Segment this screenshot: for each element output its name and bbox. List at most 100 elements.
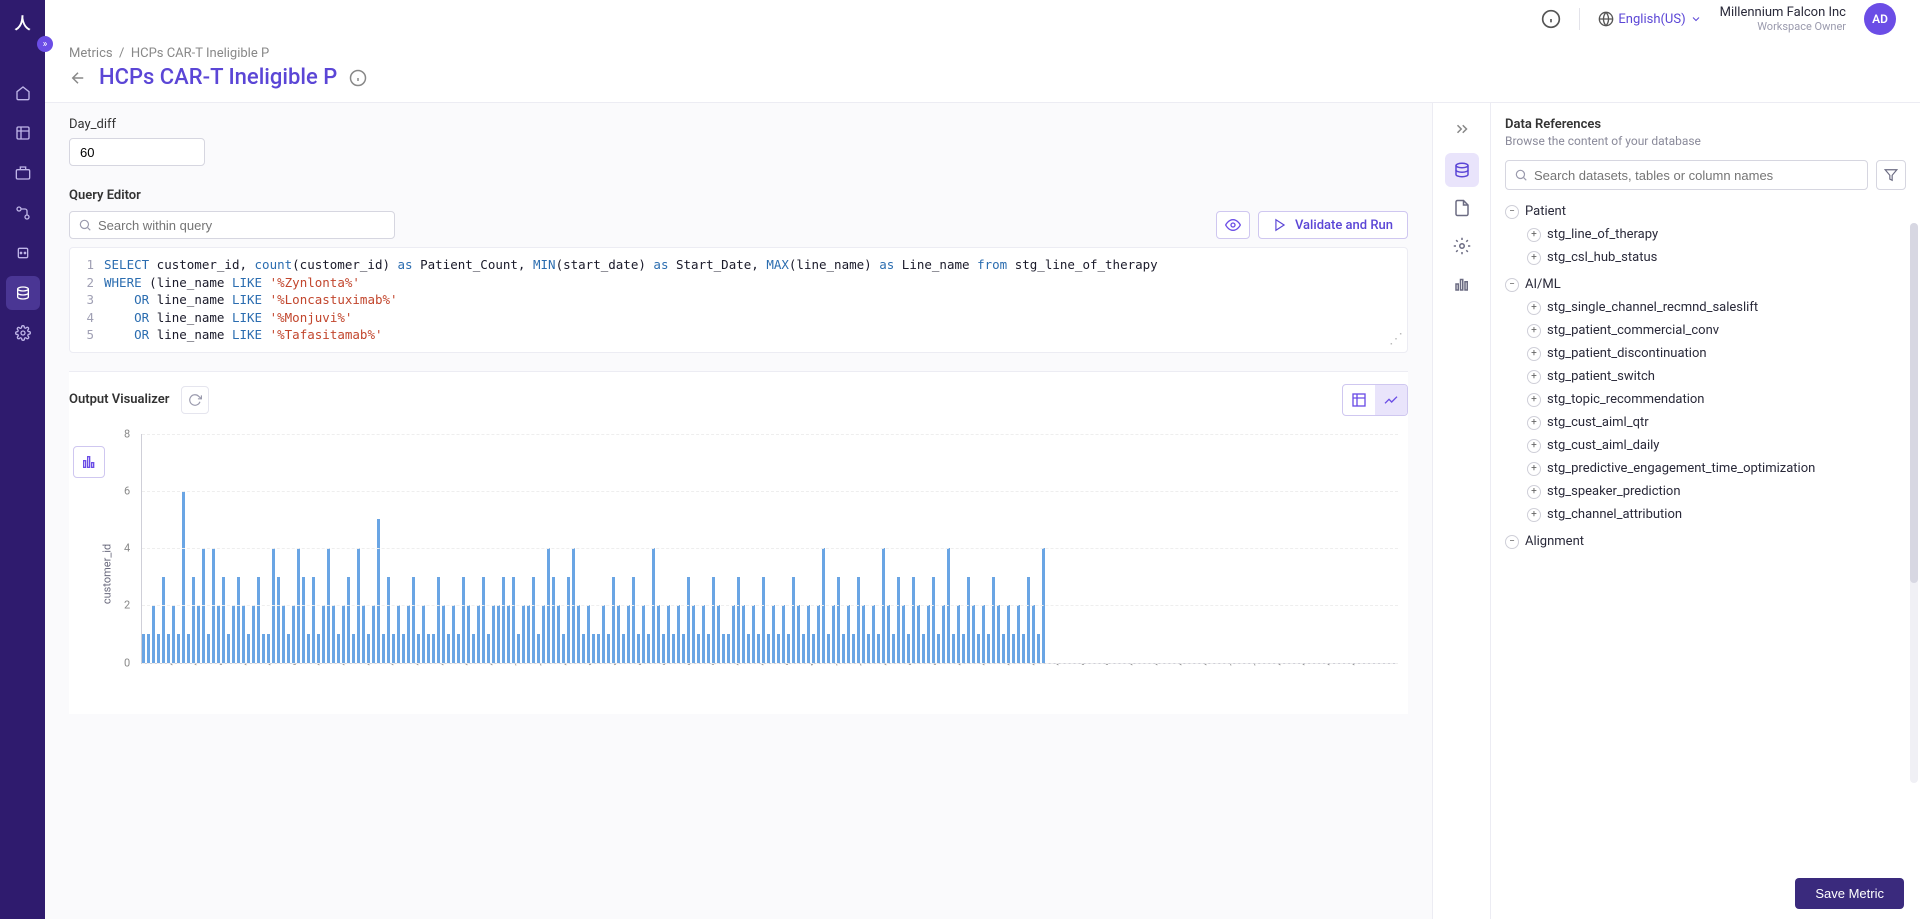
language-switcher[interactable]: English(US) (1598, 11, 1701, 27)
chart-bar[interactable] (887, 605, 890, 662)
chart-bar[interactable] (722, 634, 725, 663)
chart-bar[interactable] (362, 605, 365, 662)
chart-bar[interactable] (672, 634, 675, 663)
chart-bar[interactable] (517, 634, 520, 663)
chart-bar[interactable] (902, 605, 905, 662)
chart-bar[interactable] (417, 634, 420, 663)
chart-bar[interactable] (907, 634, 910, 663)
breadcrumb-root[interactable]: Metrics (69, 46, 113, 61)
chart-bar[interactable] (997, 605, 1000, 662)
chart-bar[interactable] (922, 634, 925, 663)
query-search[interactable] (69, 211, 395, 239)
chart-bar[interactable] (757, 634, 760, 663)
chart-bar[interactable] (197, 605, 200, 662)
chart-bar[interactable] (827, 634, 830, 663)
chart-bar[interactable] (252, 605, 255, 662)
chart-bar[interactable] (227, 634, 230, 663)
chart-bar[interactable] (977, 634, 980, 663)
strip-insights[interactable] (1445, 267, 1479, 301)
tree-leaf[interactable]: +stg_speaker_prediction (1527, 480, 1898, 503)
chart-bar[interactable] (972, 605, 975, 662)
chart-bar[interactable] (742, 605, 745, 662)
chart-bar[interactable] (372, 605, 375, 662)
chart-bar[interactable] (337, 634, 340, 663)
refresh-button[interactable] (181, 386, 209, 414)
chart-bar[interactable] (222, 577, 225, 663)
tree-leaf[interactable]: +stg_cust_aiml_daily (1527, 434, 1898, 457)
tree-group-head[interactable]: −Alignment (1505, 530, 1898, 553)
tree-leaf[interactable]: +stg_patient_switch (1527, 365, 1898, 388)
chart-bar[interactable] (917, 605, 920, 662)
chart-bar[interactable] (217, 605, 220, 662)
chart-bar[interactable] (877, 634, 880, 663)
chart-bar[interactable] (897, 577, 900, 663)
chart-bar[interactable] (747, 634, 750, 663)
chart-bar[interactable] (442, 605, 445, 662)
chart-bar[interactable] (892, 634, 895, 663)
chart-bar[interactable] (587, 605, 590, 662)
save-metric-button[interactable]: Save Metric (1795, 878, 1904, 909)
rail-ai[interactable] (6, 236, 40, 270)
chart-bar[interactable] (717, 605, 720, 662)
info-icon[interactable] (1541, 9, 1561, 29)
chart-bar[interactable] (647, 634, 650, 663)
chart-bar[interactable] (842, 634, 845, 663)
chart-bar[interactable] (522, 605, 525, 662)
chart-bar[interactable] (862, 605, 865, 662)
tree-leaf[interactable]: +stg_csl_hub_status (1527, 246, 1898, 269)
chart-bar[interactable] (1007, 605, 1010, 662)
chart-bar[interactable] (817, 605, 820, 662)
chart-bar[interactable] (142, 634, 145, 663)
rail-datasets[interactable] (6, 116, 40, 150)
chart-bar[interactable] (962, 634, 965, 663)
strip-data-ref[interactable] (1445, 153, 1479, 187)
chart-bar[interactable] (637, 634, 640, 663)
chart-bar[interactable] (932, 577, 935, 663)
chart-bar[interactable] (667, 605, 670, 662)
chart-bar[interactable] (857, 577, 860, 663)
chart-bar[interactable] (957, 605, 960, 662)
chart-bar[interactable] (342, 605, 345, 662)
chart-bar[interactable] (632, 577, 635, 663)
chart-bar[interactable] (527, 605, 530, 662)
viz-chart-button[interactable] (1375, 385, 1407, 415)
chart-bar[interactable] (1017, 605, 1020, 662)
tree-leaf[interactable]: +stg_single_channel_recmnd_saleslift (1527, 296, 1898, 319)
chart-bar[interactable] (412, 577, 415, 663)
tree-leaf[interactable]: +stg_predictive_engagement_time_optimiza… (1527, 457, 1898, 480)
chart-bar[interactable] (1032, 605, 1035, 662)
chart-bar[interactable] (837, 577, 840, 663)
chart-bar[interactable] (987, 634, 990, 663)
chart-settings-button[interactable] (73, 446, 105, 478)
ref-search[interactable] (1505, 160, 1868, 190)
chart-bar[interactable] (772, 605, 775, 662)
chart-bar[interactable] (702, 605, 705, 662)
chart-bar[interactable] (752, 605, 755, 662)
chart-bar[interactable] (1037, 634, 1040, 663)
tree-leaf[interactable]: +stg_channel_attribution (1527, 503, 1898, 526)
chart-bar[interactable] (582, 634, 585, 663)
chart-bar[interactable] (852, 634, 855, 663)
chart-bar[interactable] (332, 605, 335, 662)
chart-bar[interactable] (482, 577, 485, 663)
chart-bar[interactable] (172, 605, 175, 662)
rail-reports[interactable] (6, 156, 40, 190)
chart-bar[interactable] (542, 605, 545, 662)
chart-bar[interactable] (642, 605, 645, 662)
chart-bar[interactable] (982, 605, 985, 662)
chart-bar[interactable] (457, 634, 460, 663)
title-info-icon[interactable] (349, 69, 367, 87)
chart-bar[interactable] (397, 605, 400, 662)
chart-bar[interactable] (802, 634, 805, 663)
chart-bar[interactable] (832, 605, 835, 662)
rail-metrics[interactable] (6, 276, 40, 310)
tree-leaf[interactable]: +stg_patient_commercial_conv (1527, 319, 1898, 342)
chart-bar[interactable] (567, 577, 570, 663)
chart-bar[interactable] (787, 634, 790, 663)
avatar[interactable]: AD (1864, 3, 1896, 35)
chart-bar[interactable] (497, 605, 500, 662)
chart-bar[interactable] (237, 577, 240, 663)
chart-bar[interactable] (292, 605, 295, 662)
chart-bar[interactable] (187, 634, 190, 663)
chart-bar[interactable] (697, 634, 700, 663)
